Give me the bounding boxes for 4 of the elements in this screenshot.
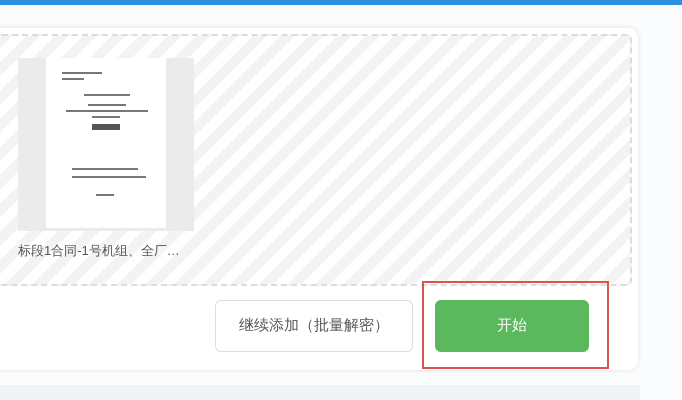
file-name: 标段1合同-1号机组、全厂… <box>18 242 181 260</box>
add-more-button[interactable]: 继续添加（批量解密） <box>215 300 413 352</box>
drop-zone[interactable]: 标段1合同-1号机组、全厂… <box>0 34 632 286</box>
file-thumbnail[interactable] <box>18 58 194 231</box>
